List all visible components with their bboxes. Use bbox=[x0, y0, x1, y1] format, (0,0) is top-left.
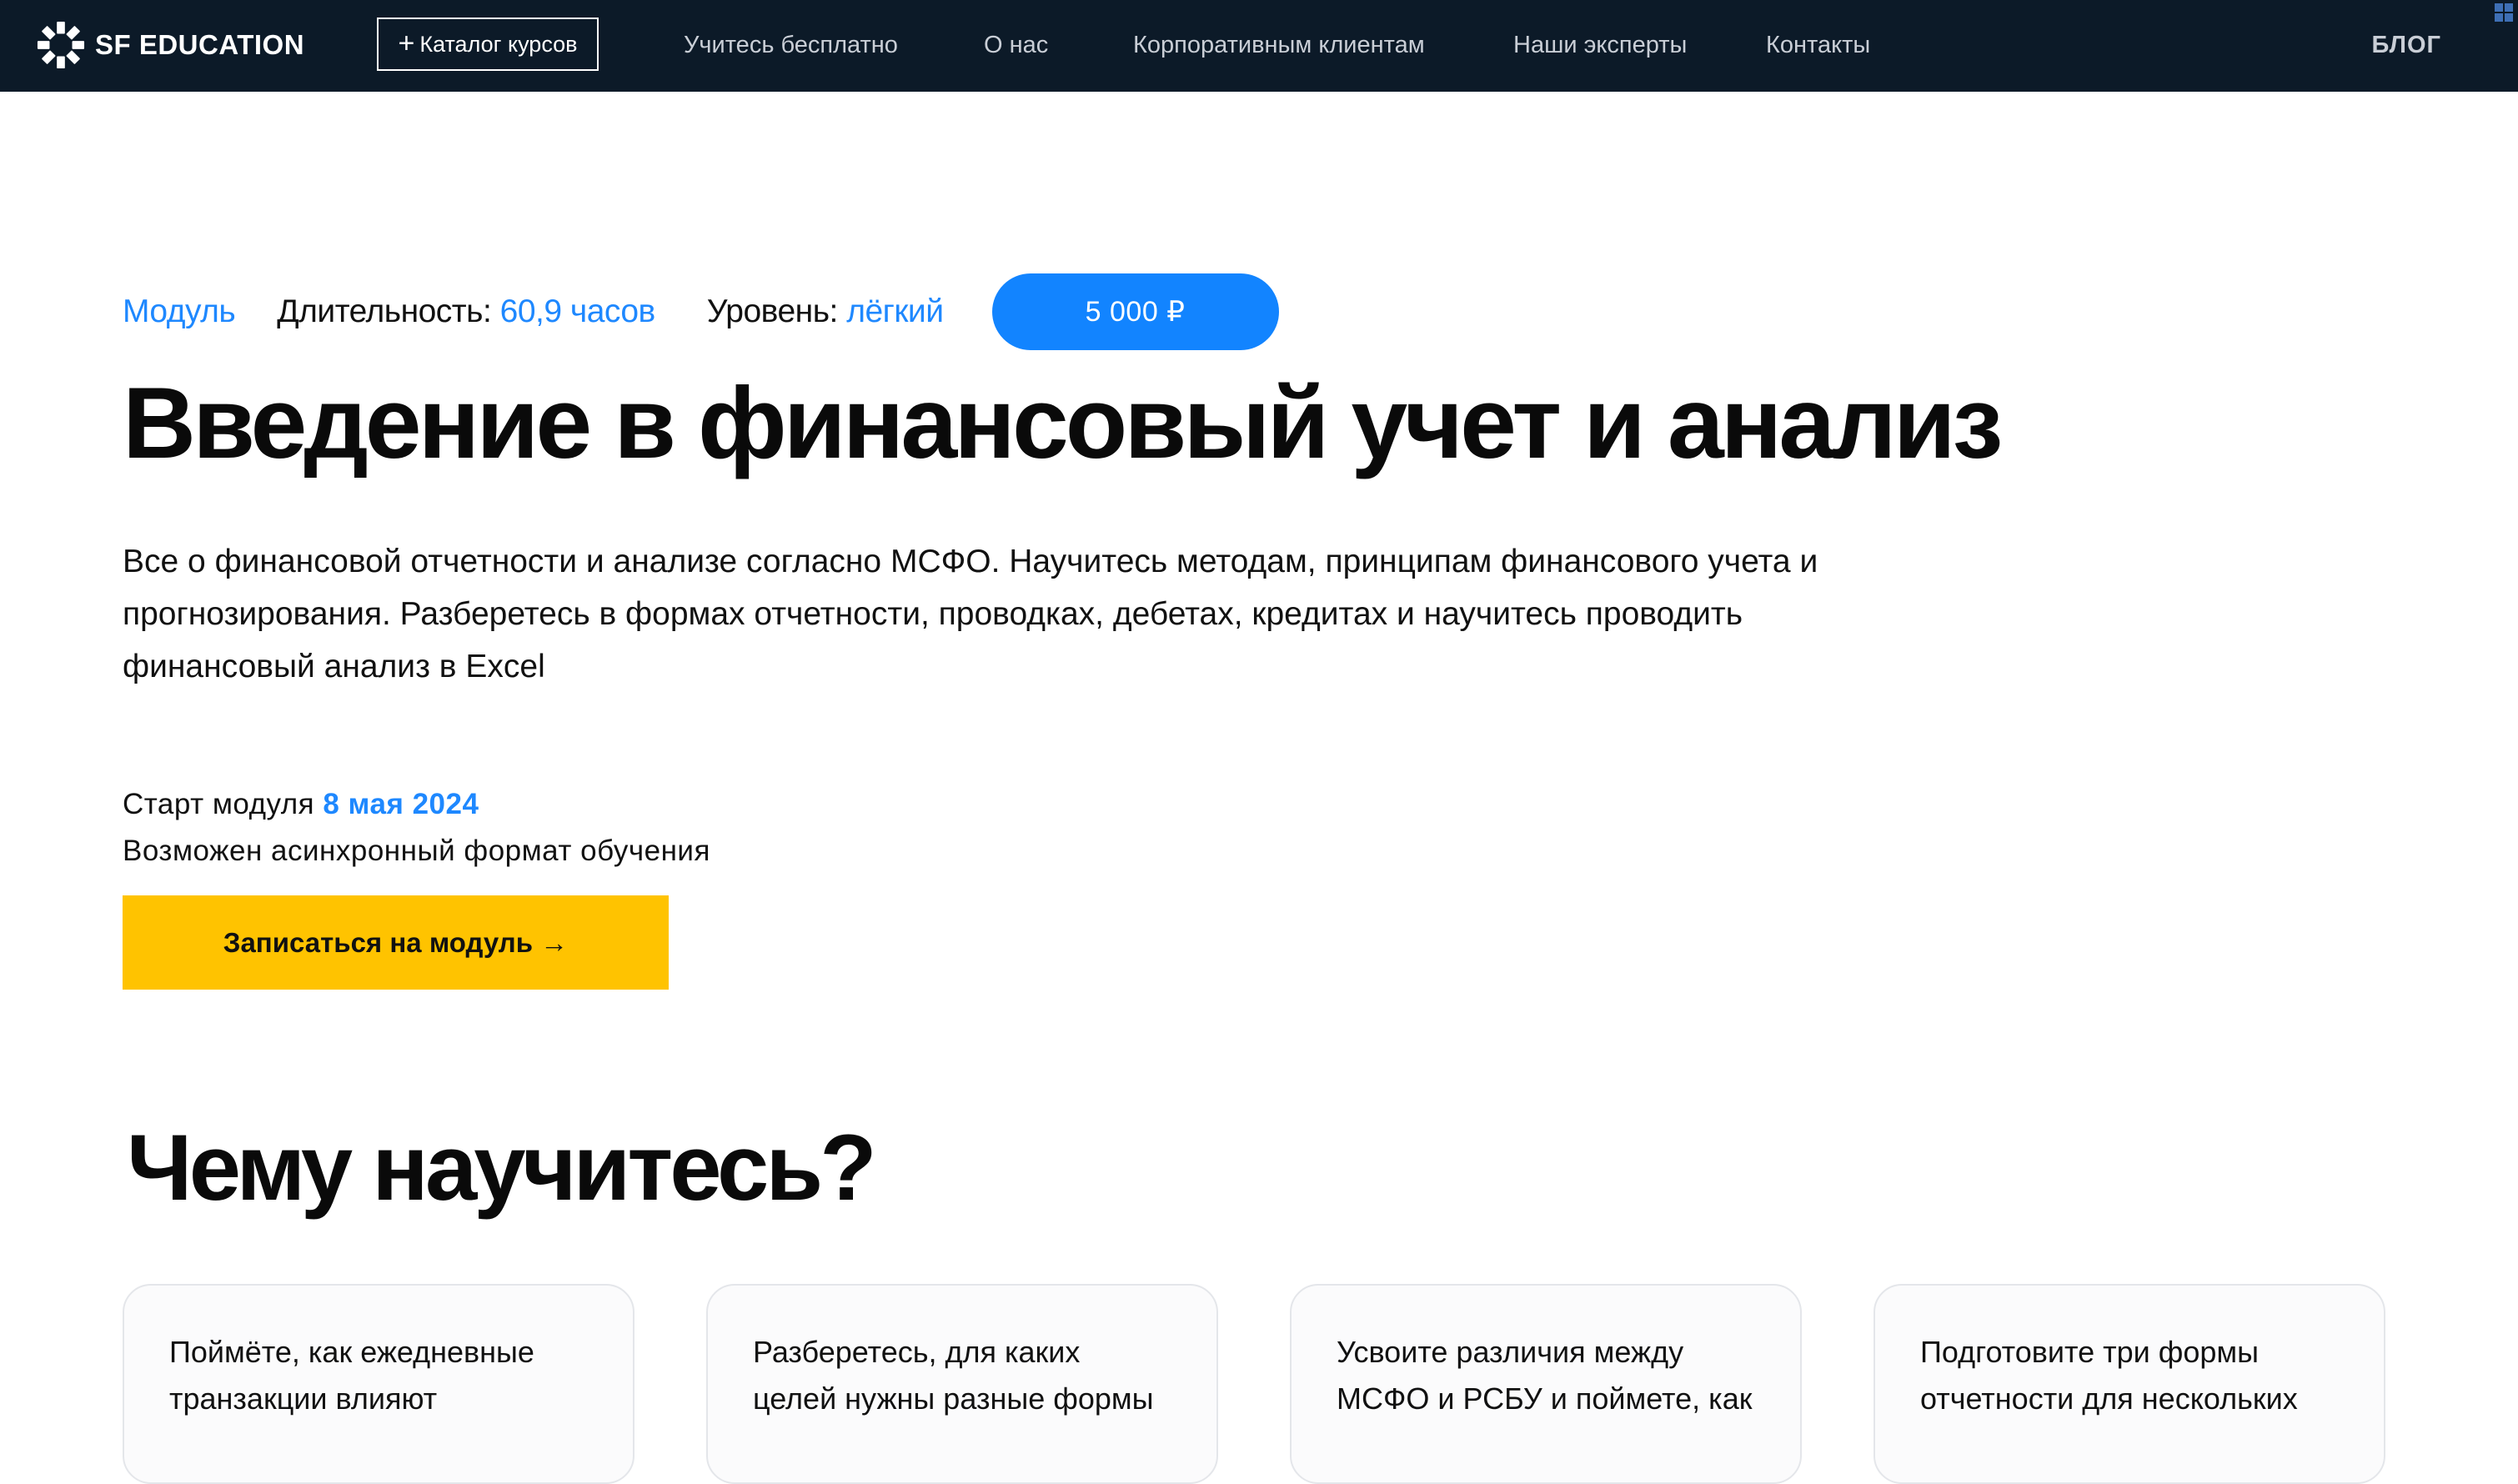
nav-link-contacts[interactable]: Контакты bbox=[1766, 30, 1870, 60]
learn-card: Поймёте, как ежедневные транзакции влияю… bbox=[123, 1284, 635, 1484]
nav-link-corporate[interactable]: Корпоративным клиентам bbox=[1133, 30, 1425, 60]
grid-icon[interactable] bbox=[2495, 3, 2513, 22]
start-info: Старт модуля 8 мая 2024 bbox=[123, 784, 479, 825]
level-label: Уровень: лёгкий bbox=[707, 293, 944, 330]
nav-link-experts[interactable]: Наши эксперты bbox=[1513, 30, 1687, 60]
course-catalog-label: Каталог курсов bbox=[419, 31, 578, 57]
course-type: Модуль bbox=[123, 293, 236, 329]
learn-card-text: Поймёте, как ежедневные транзакции влияю… bbox=[169, 1335, 534, 1416]
duration-value: 60,9 часов bbox=[499, 293, 656, 329]
learn-card: Подготовите три формы отчетности для нес… bbox=[1873, 1284, 2385, 1484]
plus-icon: + bbox=[398, 27, 415, 59]
learn-card-text: Усвоите различия между МСФО и РСБУ и пой… bbox=[1337, 1335, 1753, 1416]
course-description: Все о финансовой отчетности и анализе со… bbox=[123, 544, 1818, 684]
price-badge[interactable]: 5 000 ₽ bbox=[991, 273, 1279, 350]
level-value: лёгкий bbox=[846, 293, 944, 329]
level-label-text: Уровень: bbox=[706, 293, 839, 329]
page-title: Введение в финансовый учет и анализ bbox=[123, 366, 2003, 479]
learn-card-text: Подготовите три формы отчетности для нес… bbox=[1920, 1335, 2298, 1416]
learn-card: Разберетесь, для каких целей нужны разны… bbox=[706, 1284, 1218, 1484]
nav-link-learn-free[interactable]: Учитесь бесплатно bbox=[684, 30, 898, 60]
async-note: Возможен асинхронный формат обучения bbox=[123, 835, 710, 867]
course-meta: Модуль Длительность: 60,9 часов Уровень:… bbox=[123, 273, 1279, 350]
logo[interactable]: SF EDUCATION bbox=[37, 20, 304, 70]
learn-card-text: Разберетесь, для каких целей нужны разны… bbox=[753, 1335, 1154, 1416]
nav-link-blog[interactable]: БЛОГ bbox=[2372, 30, 2441, 60]
logo-text: SF EDUCATION bbox=[95, 29, 305, 60]
course-catalog-button[interactable]: + Каталог курсов bbox=[377, 18, 599, 71]
duration-label-text: Длительность: bbox=[277, 293, 492, 329]
start-date: 8 мая 2024 bbox=[323, 788, 479, 820]
logo-icon bbox=[37, 21, 85, 69]
learn-section-title: Чему научитесь? bbox=[127, 1116, 877, 1220]
learn-card: Усвоите различия между МСФО и РСБУ и пой… bbox=[1290, 1284, 1802, 1484]
start-label: Старт модуля bbox=[123, 788, 315, 820]
enroll-button[interactable]: Записаться на модуль → bbox=[123, 895, 669, 990]
top-navigation: SF EDUCATION + Каталог курсов Учитесь бе… bbox=[0, 0, 2518, 92]
duration-label: Длительность: 60,9 часов bbox=[277, 293, 655, 330]
nav-link-about[interactable]: О нас bbox=[984, 30, 1048, 60]
